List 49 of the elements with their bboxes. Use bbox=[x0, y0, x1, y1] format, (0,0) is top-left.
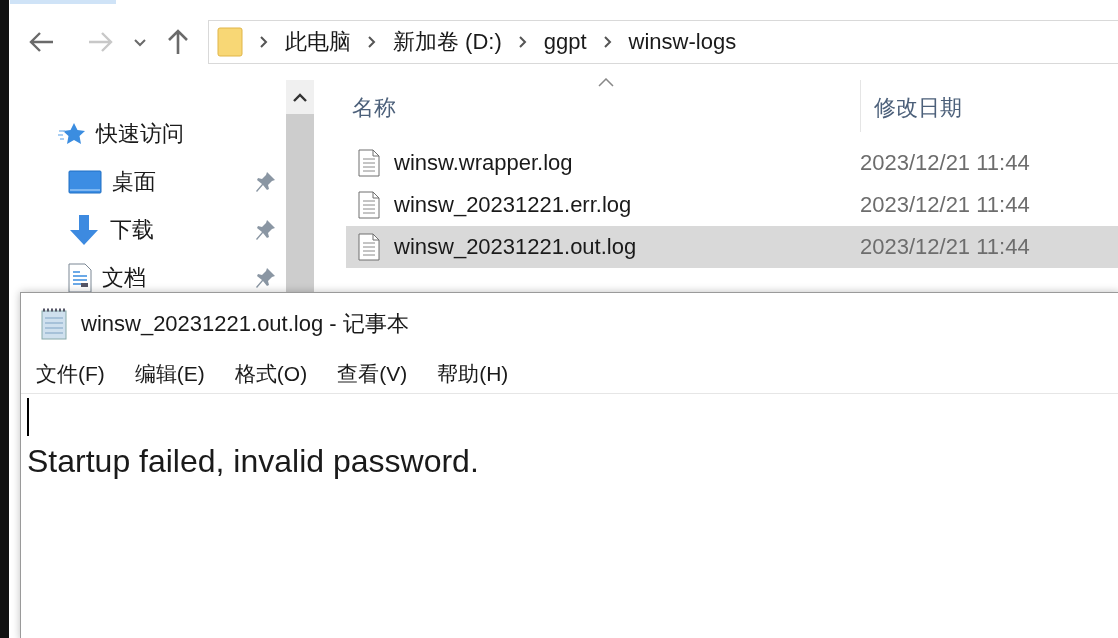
text-file-icon bbox=[358, 149, 380, 177]
pin-icon[interactable] bbox=[254, 171, 276, 193]
menu-item[interactable]: 查看(V) bbox=[322, 360, 423, 388]
menu-item[interactable]: 格式(O) bbox=[219, 360, 323, 388]
address-bar[interactable]: 此电脑 新加卷 (D:) ggpt winsw-logs bbox=[208, 20, 1118, 64]
chevron-right-icon[interactable] bbox=[367, 35, 377, 49]
menu-item[interactable]: 编辑(E) bbox=[119, 360, 220, 388]
column-header[interactable]: 名称 bbox=[352, 93, 396, 123]
chevron-right-icon[interactable] bbox=[517, 35, 528, 49]
file-row[interactable]: winsw.wrapper.log 2023/12/21 11:44 bbox=[346, 142, 1118, 184]
pin-icon[interactable] bbox=[254, 267, 276, 289]
modified-date: 2023/12/21 11:44 bbox=[860, 192, 1030, 218]
notepad-icon bbox=[39, 308, 69, 340]
file-row[interactable]: winsw_20231221.out.log 2023/12/21 11:44 bbox=[346, 226, 1118, 268]
down-arrow-icon bbox=[68, 214, 100, 246]
scroll-up-icon[interactable] bbox=[293, 92, 307, 102]
chevron-down-icon[interactable] bbox=[133, 37, 147, 47]
breadcrumb[interactable]: 此电脑 bbox=[285, 27, 351, 57]
desktop-icon bbox=[68, 170, 102, 194]
window-title: winsw_20231221.out.log - 记事本 bbox=[81, 310, 409, 338]
text-file-icon bbox=[358, 233, 380, 261]
text-line: Startup failed, invalid password. bbox=[27, 442, 480, 481]
modified-date: 2023/12/21 11:44 bbox=[860, 234, 1030, 260]
text-editor[interactable]: Startup failed, invalid password. bbox=[21, 393, 1118, 638]
menu-item[interactable]: 帮助(H) bbox=[422, 360, 524, 388]
sidebar-item[interactable]: 快速访问 bbox=[96, 119, 184, 149]
scrollbar[interactable] bbox=[286, 80, 314, 292]
breadcrumb[interactable]: 新加卷 (D:) bbox=[393, 27, 502, 57]
modified-date: 2023/12/21 11:44 bbox=[860, 150, 1030, 176]
chevron-right-icon[interactable] bbox=[602, 35, 613, 49]
file-name: winsw.wrapper.log bbox=[394, 150, 574, 176]
sidebar-item[interactable]: 下载 bbox=[110, 215, 154, 245]
file-name: winsw_20231221.err.log bbox=[394, 192, 633, 218]
sidebar-item[interactable]: 桌面 bbox=[112, 167, 156, 197]
folder-icon bbox=[217, 27, 243, 57]
back-arrow-icon[interactable] bbox=[29, 31, 55, 53]
menu-item[interactable]: 文件(F) bbox=[21, 360, 120, 388]
sidebar-item[interactable]: 文档 bbox=[102, 263, 146, 292]
chevron-right-icon[interactable] bbox=[259, 35, 269, 49]
file-row[interactable]: winsw_20231221.err.log 2023/12/21 11:44 bbox=[346, 184, 1118, 226]
column-header[interactable]: 修改日期 bbox=[874, 93, 962, 123]
breadcrumb[interactable]: ggpt bbox=[543, 29, 587, 55]
text-file-icon bbox=[358, 191, 380, 219]
file-name: winsw_20231221.out.log bbox=[394, 234, 638, 260]
up-arrow-icon[interactable] bbox=[167, 29, 189, 55]
pin-icon[interactable] bbox=[254, 219, 276, 241]
breadcrumb[interactable]: winsw-logs bbox=[628, 29, 737, 55]
star-icon bbox=[58, 122, 86, 146]
text-cursor bbox=[27, 398, 29, 436]
